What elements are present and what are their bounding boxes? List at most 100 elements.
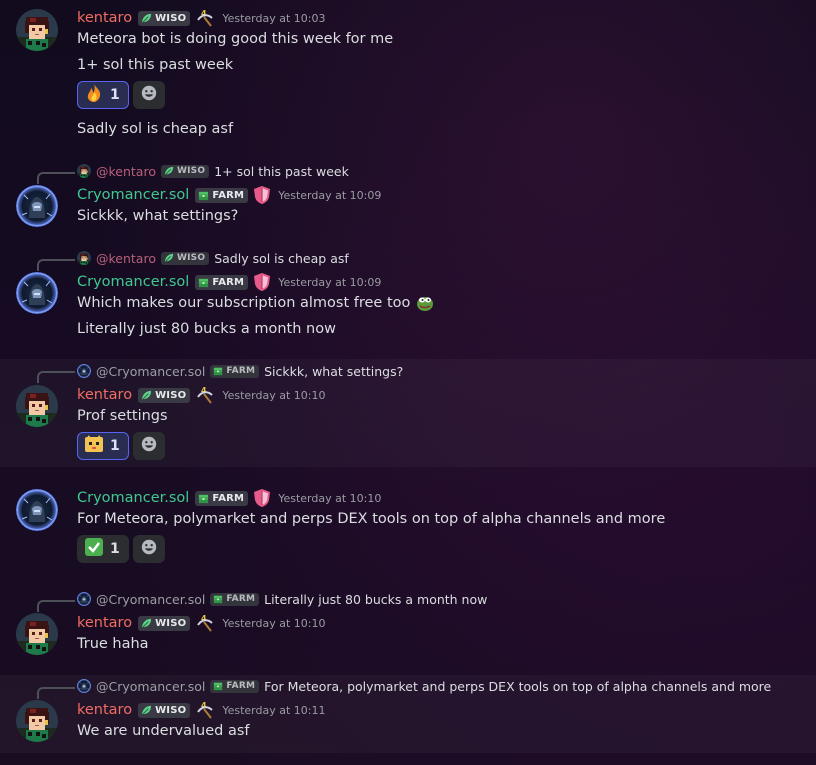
- username[interactable]: kentaro: [77, 702, 132, 718]
- avatar[interactable]: [16, 185, 58, 227]
- reaction-cat[interactable]: 1: [77, 432, 129, 460]
- timestamp[interactable]: Yesterday at 10:10: [278, 492, 381, 505]
- leaf-icon: [141, 390, 152, 401]
- reply-preview[interactable]: @Cryomancer.sol FARM For Meteora, polyma…: [77, 678, 771, 694]
- avatar[interactable]: [16, 385, 58, 427]
- avatar[interactable]: [16, 700, 58, 742]
- reply-text[interactable]: For Meteora, polymarket and perps DEX to…: [264, 679, 771, 694]
- money-stack-icon: [213, 366, 223, 376]
- server-tag[interactable]: WISO: [138, 387, 191, 403]
- server-tag[interactable]: FARM: [195, 274, 249, 290]
- username[interactable]: kentaro: [77, 10, 132, 26]
- reply-spine: [37, 259, 75, 271]
- smiley-add-icon: [140, 435, 158, 457]
- reply-text[interactable]: Sadly sol is cheap asf: [214, 251, 349, 266]
- message-text: Meteora bot is doing good this week for …: [77, 31, 394, 47]
- avatar: [77, 592, 91, 606]
- avatar[interactable]: [16, 613, 58, 655]
- message-text: Prof settings: [77, 408, 168, 424]
- add-reaction-button[interactable]: [132, 535, 165, 563]
- timestamp[interactable]: Yesterday at 10:11: [222, 704, 325, 717]
- message-feed: kentaro WISO Yesterday at 10:03 Meteora …: [0, 0, 816, 765]
- username[interactable]: kentaro: [77, 615, 132, 631]
- check-mark-icon: [84, 537, 104, 561]
- shield-icon[interactable]: [253, 488, 271, 508]
- reply-username[interactable]: @Cryomancer.sol: [96, 592, 205, 607]
- message-text: Sickkk, what settings?: [77, 208, 239, 224]
- server-tag: FARM: [210, 679, 260, 693]
- server-tag[interactable]: WISO: [138, 702, 191, 718]
- smiley-add-icon: [140, 84, 158, 106]
- reply-username[interactable]: @Cryomancer.sol: [96, 364, 205, 379]
- message-header: Cryomancer.sol FARM Yesterday at 10:10: [77, 487, 381, 509]
- username[interactable]: Cryomancer.sol: [77, 490, 189, 506]
- message-text: We are undervalued asf: [77, 723, 250, 739]
- timestamp[interactable]: Yesterday at 10:09: [278, 276, 381, 289]
- reply-preview[interactable]: @kentaro WISO 1+ sol this past week: [77, 163, 349, 179]
- shield-icon[interactable]: [253, 185, 271, 205]
- message-text: 1+ sol this past week: [77, 57, 234, 73]
- smiley-add-icon: [140, 538, 158, 560]
- reply-username[interactable]: @kentaro: [96, 164, 156, 179]
- timestamp[interactable]: Yesterday at 10:10: [222, 389, 325, 402]
- reply-text[interactable]: Literally just 80 bucks a month now: [264, 592, 487, 607]
- server-tag[interactable]: WISO: [138, 615, 191, 631]
- reaction-count: 1: [110, 87, 120, 103]
- money-stack-icon: [198, 277, 209, 288]
- reply-preview[interactable]: @Cryomancer.sol FARM Literally just 80 b…: [77, 591, 487, 607]
- avatar: [77, 251, 91, 265]
- message-group: @kentaro WISO 1+ sol this past week Cryo…: [0, 160, 816, 238]
- avatar[interactable]: [16, 9, 58, 51]
- server-tag: FARM: [210, 364, 260, 378]
- reply-text[interactable]: Sickkk, what settings?: [264, 364, 403, 379]
- username[interactable]: kentaro: [77, 387, 132, 403]
- leaf-icon: [141, 705, 152, 716]
- message-text: For Meteora, polymarket and perps DEX to…: [77, 511, 666, 527]
- message-header: kentaro WISO Yesterday at 10:10: [77, 384, 326, 406]
- username[interactable]: Cryomancer.sol: [77, 187, 189, 203]
- pickaxe-4-icon[interactable]: [195, 385, 215, 405]
- leaf-icon: [164, 253, 174, 263]
- add-reaction-button[interactable]: [132, 81, 165, 109]
- reply-username[interactable]: @kentaro: [96, 251, 156, 266]
- avatar: [77, 364, 91, 378]
- timestamp[interactable]: Yesterday at 10:09: [278, 189, 381, 202]
- server-tag[interactable]: WISO: [138, 10, 191, 26]
- server-tag: FARM: [210, 592, 260, 606]
- money-stack-icon: [198, 190, 209, 201]
- reaction-fire[interactable]: 1: [77, 81, 129, 109]
- reply-username[interactable]: @Cryomancer.sol: [96, 679, 205, 694]
- fire-icon: [84, 83, 104, 107]
- pickaxe-4-icon[interactable]: [195, 613, 215, 633]
- avatar: [77, 679, 91, 693]
- message-group: Cryomancer.sol FARM Yesterday at 10:10 F…: [0, 480, 816, 580]
- server-tag[interactable]: FARM: [195, 490, 249, 506]
- message-group: @Cryomancer.sol FARM For Meteora, polyma…: [0, 675, 816, 753]
- reply-preview[interactable]: @kentaro WISO Sadly sol is cheap asf: [77, 250, 349, 266]
- money-stack-icon: [198, 493, 209, 504]
- reaction-check[interactable]: 1: [77, 535, 129, 563]
- avatar[interactable]: [16, 489, 58, 531]
- reply-preview[interactable]: @Cryomancer.sol FARM Sickkk, what settin…: [77, 363, 403, 379]
- message-header: kentaro WISO Yesterday at 10:10: [77, 612, 326, 634]
- message-text: Sadly sol is cheap asf: [77, 121, 234, 137]
- pickaxe-4-icon[interactable]: [195, 700, 215, 720]
- message-group: @kentaro WISO Sadly sol is cheap asf Cry…: [0, 247, 816, 352]
- server-tag[interactable]: FARM: [195, 187, 249, 203]
- avatar[interactable]: [16, 272, 58, 314]
- pickaxe-4-icon[interactable]: [195, 8, 215, 28]
- add-reaction-button[interactable]: [132, 432, 165, 460]
- timestamp[interactable]: Yesterday at 10:10: [222, 617, 325, 630]
- username[interactable]: Cryomancer.sol: [77, 274, 189, 290]
- message-header: Cryomancer.sol FARM Yesterday at 10:09: [77, 184, 381, 206]
- reactions-bar: 1: [77, 535, 165, 563]
- server-tag: WISO: [160, 251, 210, 265]
- reply-spine: [37, 172, 75, 184]
- shield-icon[interactable]: [253, 272, 271, 292]
- message-text: True haha: [77, 636, 149, 652]
- message-text: Literally just 80 bucks a month now: [77, 321, 336, 337]
- timestamp[interactable]: Yesterday at 10:03: [222, 12, 325, 25]
- reactions-bar: 1: [77, 432, 165, 460]
- money-stack-icon: [213, 681, 223, 691]
- reply-text[interactable]: 1+ sol this past week: [214, 164, 349, 179]
